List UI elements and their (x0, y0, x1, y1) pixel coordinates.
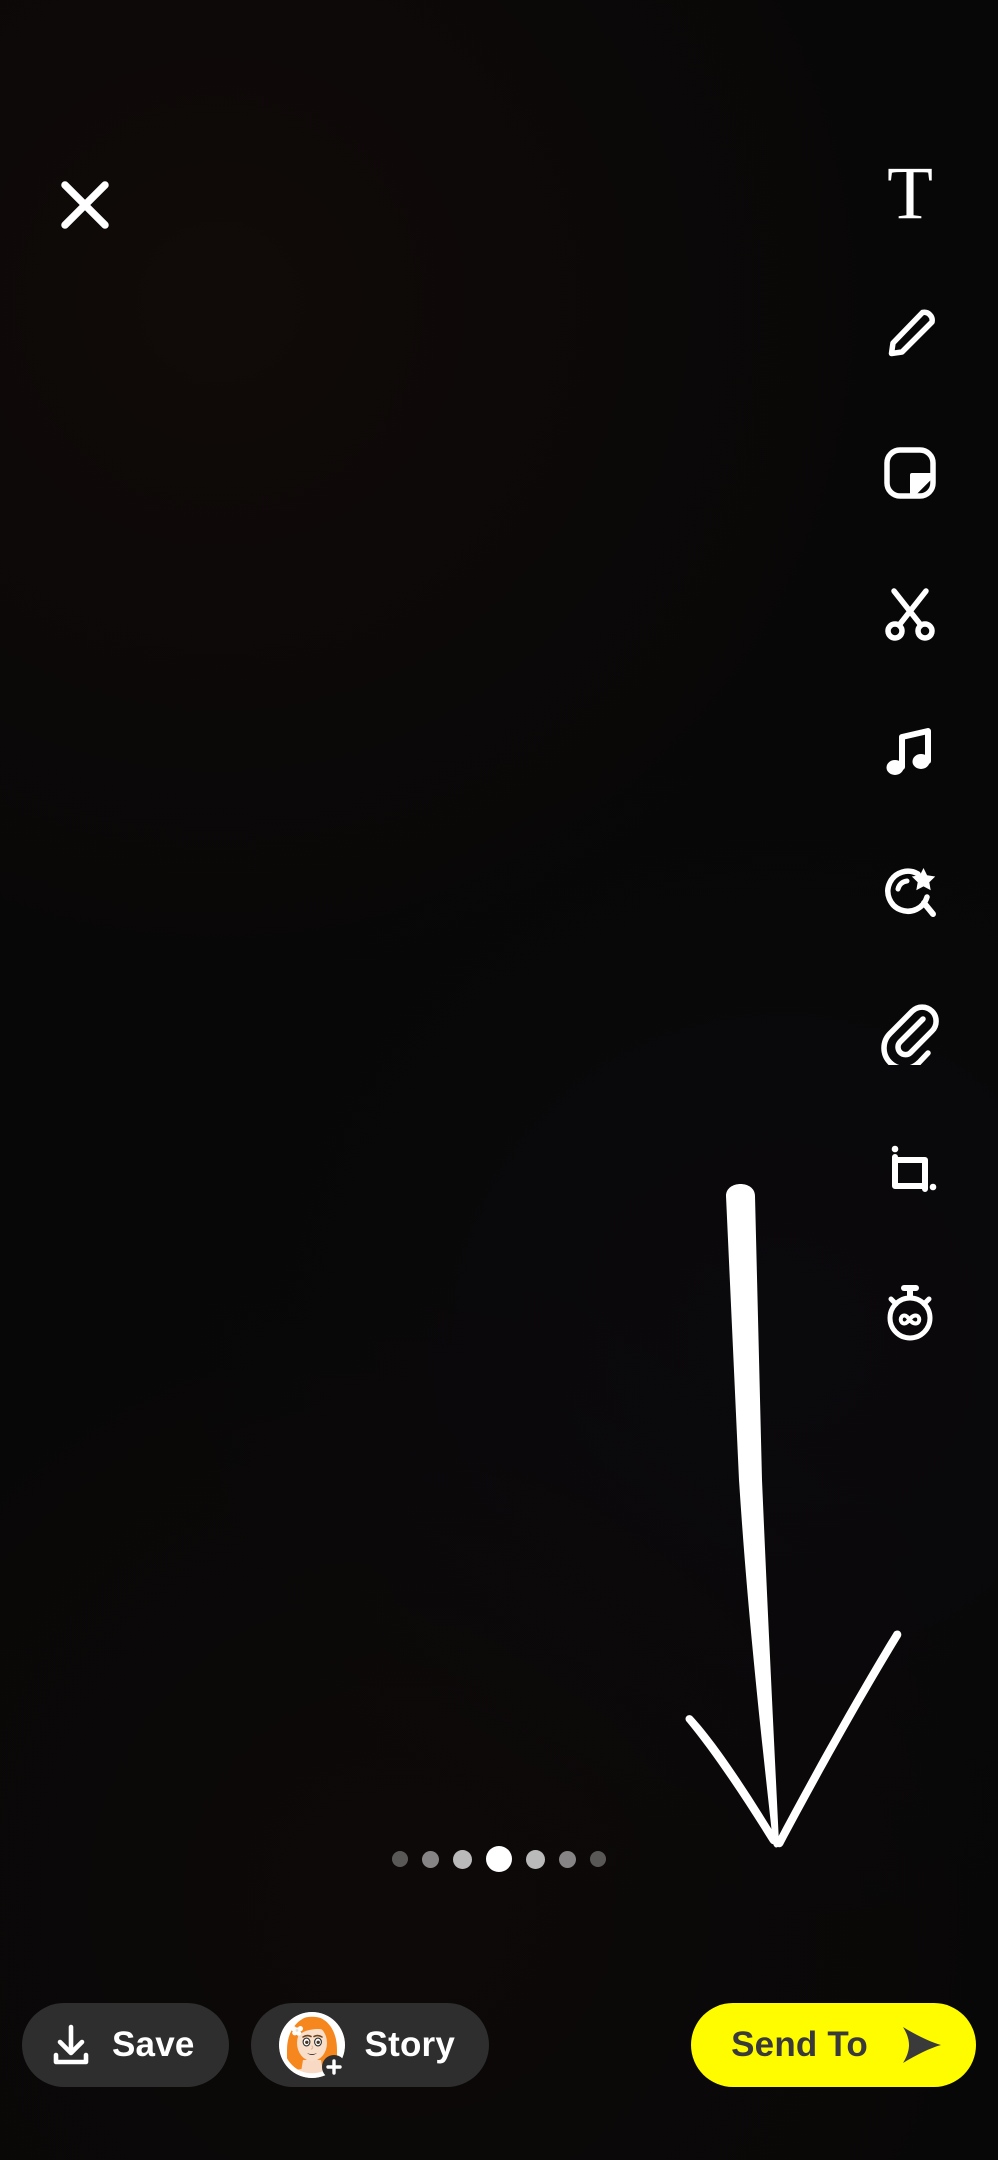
page-dot[interactable] (526, 1849, 545, 1869)
story-label: Story (364, 2025, 456, 2064)
sticker-icon (884, 447, 936, 499)
send-to-button[interactable]: Send To (691, 2003, 976, 2087)
tool-attach[interactable] (860, 983, 960, 1083)
tool-rail: T (860, 143, 960, 1363)
scissors-icon (885, 588, 935, 641)
story-button[interactable]: Story (250, 2003, 490, 2087)
tool-lens[interactable] (860, 843, 960, 943)
tool-text[interactable]: T (860, 143, 960, 243)
tool-sticker[interactable] (860, 423, 960, 523)
tool-timer[interactable] (860, 1263, 960, 1363)
snapchat-preview-screen: T Save Story Send To (0, 0, 998, 2160)
crop-icon (891, 1145, 937, 1192)
page-dot[interactable] (453, 1849, 472, 1869)
tool-crop[interactable] (860, 1123, 960, 1223)
close-icon (61, 181, 109, 229)
save-label: Save (112, 2025, 195, 2064)
page-dot[interactable] (559, 1850, 576, 1868)
carousel-page-indicator[interactable] (0, 1836, 998, 1882)
text-icon: T (887, 151, 933, 235)
bitmoji-avatar (277, 2010, 347, 2080)
paperclip-icon (881, 1004, 939, 1065)
bottom-action-bar: Save Story Send To (0, 1930, 998, 2160)
page-dot[interactable] (422, 1850, 439, 1868)
pencil-icon (888, 309, 935, 357)
music-note-icon (886, 728, 931, 775)
save-button[interactable]: Save (22, 2003, 229, 2087)
tool-scissors[interactable] (860, 563, 960, 663)
page-dot[interactable] (392, 1851, 408, 1867)
close-button[interactable] (30, 150, 140, 260)
lens-star-icon (885, 868, 936, 917)
tool-music[interactable] (860, 703, 960, 803)
page-dot[interactable] (590, 1851, 606, 1867)
send-arrow-icon (896, 2023, 946, 2067)
timer-infinity-icon (887, 1285, 933, 1341)
send-to-label: Send To (731, 2025, 868, 2064)
page-dot-active[interactable] (486, 1846, 512, 1872)
tool-draw[interactable] (860, 283, 960, 383)
left-action-group: Save Story (22, 2003, 490, 2087)
download-icon (53, 2024, 89, 2065)
